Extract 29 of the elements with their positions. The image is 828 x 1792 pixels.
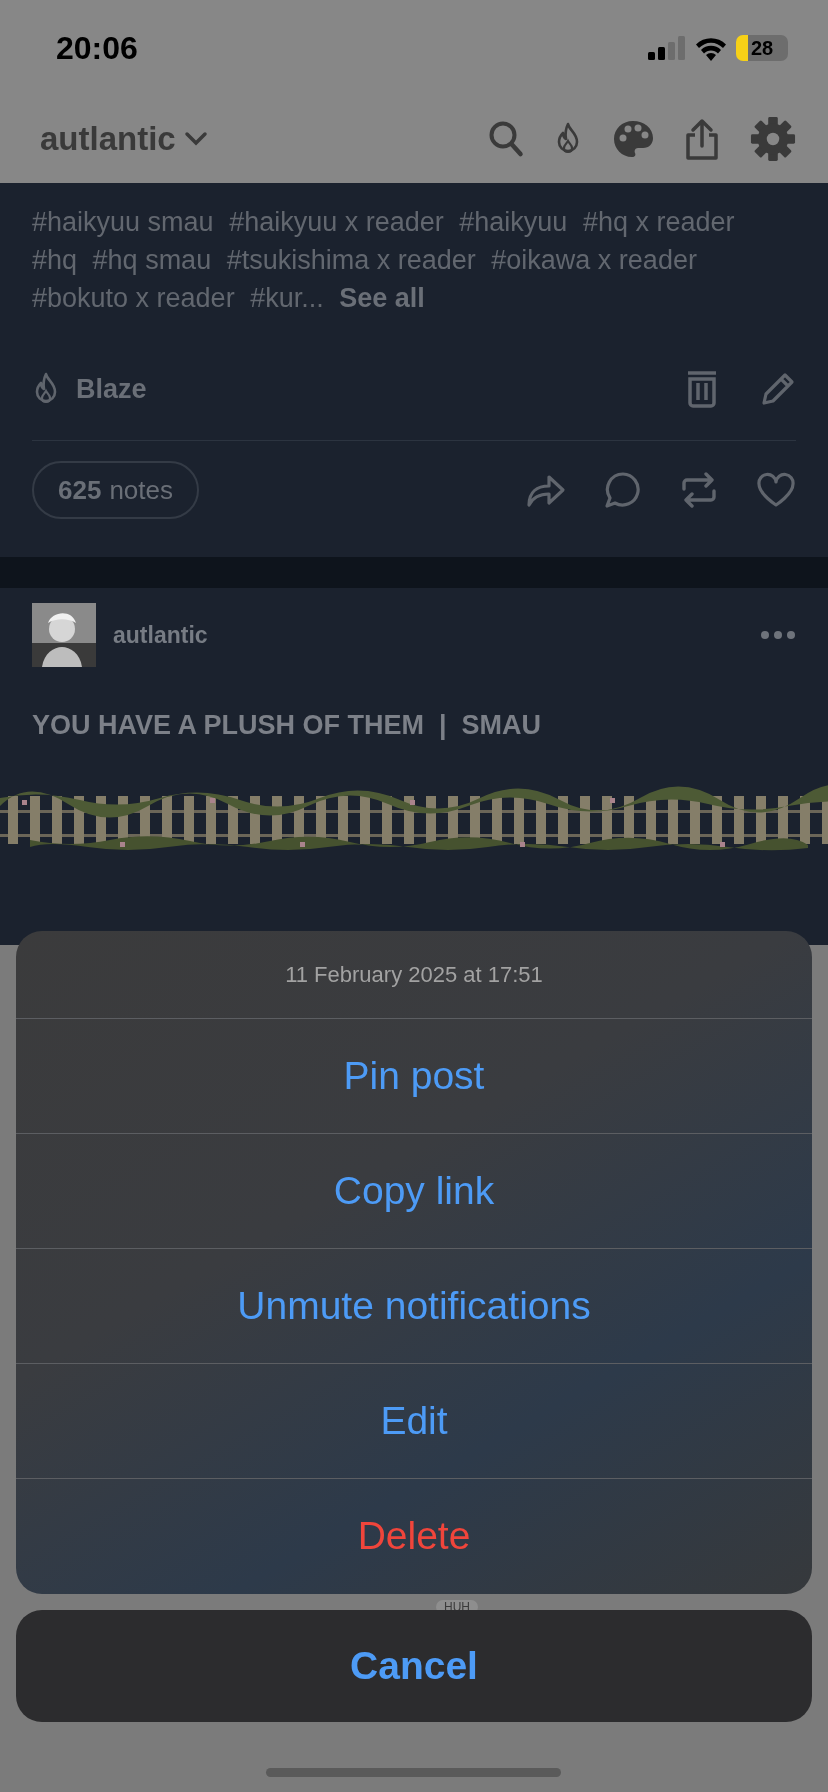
action-button[interactable]: Unmute notifications xyxy=(16,1249,812,1364)
signal-icon xyxy=(648,35,686,60)
share-icon[interactable] xyxy=(684,118,720,160)
post-title: YOU HAVE A PLUSH OF THEM | SMAU xyxy=(32,709,543,742)
trash-icon[interactable] xyxy=(686,370,718,408)
action-button[interactable]: Copy link xyxy=(16,1134,812,1249)
pencil-icon[interactable] xyxy=(760,371,796,407)
comment-icon[interactable] xyxy=(604,471,642,509)
battery-indicator: 28 xyxy=(736,34,788,61)
heart-icon[interactable] xyxy=(756,472,796,508)
tag-list: #haikyuu smau #haikyuu x reader #haikyuu #hq x reader #hq #hq smau #tsukishima x reader #oikawa x reader #bokuto x reader #kur... See all xyxy=(32,203,796,317)
notes-button[interactable]: 625 notes xyxy=(32,461,199,519)
palette-icon[interactable] xyxy=(612,119,654,159)
sheet-title: 11 February 2025 at 17:51 xyxy=(16,931,812,1019)
share-arrow-icon[interactable] xyxy=(526,472,566,508)
chevron-down-icon xyxy=(183,131,208,147)
action-button[interactable]: Delete xyxy=(16,1479,812,1594)
clock-time: 20:06 xyxy=(56,28,138,68)
cancel-button[interactable]: Cancel xyxy=(16,1610,812,1722)
more-icon[interactable] xyxy=(760,630,796,640)
blog-switcher[interactable]: autlantic xyxy=(40,114,208,164)
action-button[interactable]: Pin post xyxy=(16,1019,812,1134)
action-button[interactable]: Edit xyxy=(16,1364,812,1479)
author-name[interactable]: autlantic xyxy=(113,617,208,653)
settings-icon[interactable] xyxy=(750,116,796,162)
reblog-icon[interactable] xyxy=(680,472,718,508)
search-icon[interactable] xyxy=(488,120,524,158)
blaze-button[interactable]: Blaze xyxy=(32,368,147,410)
see-all-link[interactable]: See all xyxy=(339,283,425,313)
